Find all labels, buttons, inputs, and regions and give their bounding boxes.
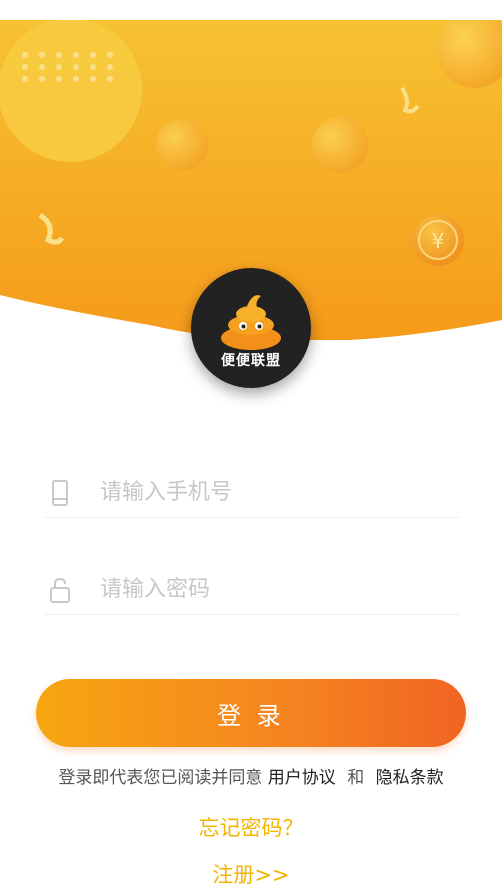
- agreement-prefix: 登录即代表您已阅读并同意: [58, 768, 263, 788]
- app-logo: 便便联盟: [191, 268, 311, 388]
- svg-text:¥: ¥: [432, 229, 445, 253]
- privacy-policy-link[interactable]: 隐私条款: [376, 768, 444, 788]
- poop-icon: [221, 295, 281, 350]
- register-link[interactable]: 注册>>: [0, 859, 502, 889]
- phone-field: [44, 465, 460, 518]
- password-input[interactable]: [98, 568, 452, 610]
- agreement-text: 登录即代表您已阅读并同意 用户协议 和 隐私条款: [0, 763, 502, 788]
- lock-icon: [50, 577, 70, 603]
- password-field: [44, 562, 460, 615]
- mobile-phone-icon: [52, 480, 68, 506]
- forgot-password-link[interactable]: 忘记密码？: [0, 812, 502, 842]
- logo-text: 便便联盟: [221, 353, 281, 369]
- agreement-conjunction: 和: [347, 768, 365, 788]
- user-agreement-link[interactable]: 用户协议: [268, 768, 336, 788]
- phone-input[interactable]: [98, 471, 452, 513]
- login-button[interactable]: 登 录: [36, 679, 466, 747]
